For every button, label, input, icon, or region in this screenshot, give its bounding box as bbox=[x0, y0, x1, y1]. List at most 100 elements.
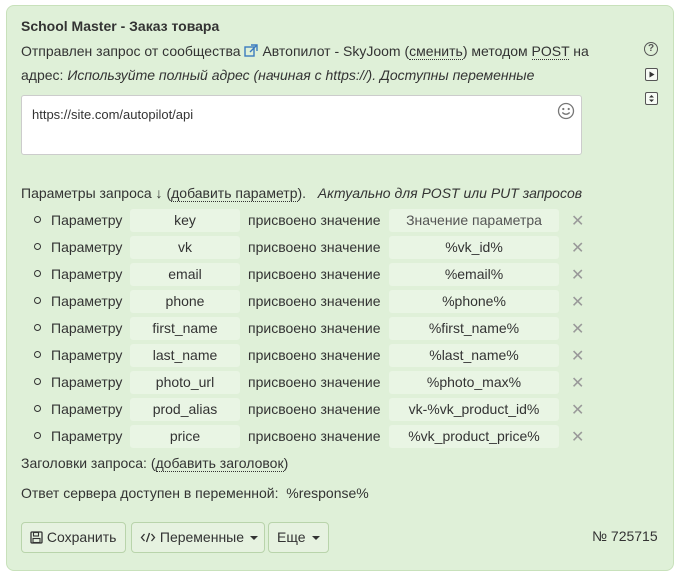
caret-down-icon bbox=[311, 536, 320, 540]
remove-icon[interactable]: ✕ bbox=[571, 292, 584, 312]
param-value-input[interactable]: %photo_max% bbox=[389, 371, 559, 394]
param-label: Параметру bbox=[51, 374, 123, 390]
param-row: Параметру price присвоено значение %vk_p… bbox=[21, 425, 621, 448]
bullet-icon bbox=[34, 378, 41, 385]
autopilot-panel: School Master - Заказ товара Отправлен з… bbox=[6, 5, 674, 571]
response-line: Ответ сервера доступен в переменной: %re… bbox=[21, 485, 369, 501]
save-button[interactable]: Сохранить bbox=[21, 522, 126, 553]
remove-icon[interactable]: ✕ bbox=[571, 400, 584, 420]
param-key-input[interactable]: key bbox=[130, 209, 240, 232]
param-label: Параметру bbox=[51, 347, 123, 363]
intro-prefix: Отправлен запрос от сообщества bbox=[21, 43, 241, 59]
param-label: Параметру bbox=[51, 212, 123, 228]
assign-label: присвоено значение bbox=[248, 320, 381, 336]
bullet-icon bbox=[34, 432, 41, 439]
save-label: Сохранить bbox=[46, 529, 117, 545]
assign-label: присвоено значение bbox=[248, 347, 381, 363]
address-line: адрес: Используйте полный адрес (начиная… bbox=[21, 66, 534, 84]
param-value-input[interactable]: %phone% bbox=[389, 290, 559, 313]
assign-label: присвоено значение bbox=[248, 212, 381, 228]
address-label: адрес: bbox=[21, 67, 64, 83]
param-value-input[interactable]: %email% bbox=[389, 263, 559, 286]
param-key-input[interactable]: prod_alias bbox=[130, 398, 240, 421]
method-select-link[interactable]: POST bbox=[531, 43, 570, 60]
assign-label: присвоено значение bbox=[248, 401, 381, 417]
response-variable: %response% bbox=[286, 485, 369, 501]
params-heading: Параметры запроса ↓ (добавить параметр).… bbox=[21, 185, 583, 202]
url-input[interactable]: https://site.com/autopilot/api bbox=[21, 95, 582, 155]
response-label: Ответ сервера доступен в переменной: bbox=[21, 485, 279, 501]
param-row: Параметру first_name присвоено значение … bbox=[21, 317, 621, 340]
param-value-input[interactable]: vk-%vk_product_id% bbox=[389, 398, 559, 421]
community-name: Автопилот - SkyJoom bbox=[262, 43, 401, 59]
param-key-input[interactable]: first_name bbox=[130, 317, 240, 340]
headers-end: ) bbox=[283, 455, 289, 471]
more-label: Еще bbox=[277, 529, 306, 545]
param-value-input[interactable]: %vk_id% bbox=[389, 236, 559, 259]
param-label: Параметру bbox=[51, 266, 123, 282]
play-icon[interactable] bbox=[645, 68, 658, 81]
param-key-input[interactable]: email bbox=[130, 263, 240, 286]
param-label: Параметру bbox=[51, 239, 123, 255]
add-header-link[interactable]: добавить заголовок bbox=[155, 455, 284, 472]
param-label: Параметру bbox=[51, 320, 123, 336]
param-row: Параметру prod_alias присвоено значение … bbox=[21, 398, 621, 421]
panel-title: School Master - Заказ товара bbox=[21, 18, 220, 34]
url-value: https://site.com/autopilot/api bbox=[32, 107, 194, 122]
emoji-icon[interactable] bbox=[557, 102, 575, 120]
param-label: Параметру bbox=[51, 401, 123, 417]
intro-suffix: на bbox=[569, 43, 589, 59]
add-param-link[interactable]: добавить параметр bbox=[171, 185, 298, 202]
bullet-icon bbox=[34, 324, 41, 331]
param-row: Параметру vk присвоено значение %vk_id% … bbox=[21, 236, 621, 259]
param-value-input[interactable]: Значение параметра bbox=[389, 209, 559, 232]
headers-line: Заголовки запроса: (добавить заголовок) bbox=[21, 455, 289, 472]
remove-icon[interactable]: ✕ bbox=[571, 211, 584, 231]
param-row: Параметру last_name присвоено значение %… bbox=[21, 344, 621, 367]
remove-icon[interactable]: ✕ bbox=[571, 319, 584, 339]
param-label: Параметру bbox=[51, 428, 123, 444]
param-key-input[interactable]: photo_url bbox=[130, 371, 240, 394]
params-heading-end: ). bbox=[297, 185, 307, 201]
param-row: Параметру phone присвоено значение %phon… bbox=[21, 290, 621, 313]
intro-line: Отправлен запрос от сообщества Автопилот… bbox=[21, 42, 589, 60]
remove-icon[interactable]: ✕ bbox=[571, 346, 584, 366]
remove-icon[interactable]: ✕ bbox=[571, 373, 584, 393]
caret-down-icon bbox=[250, 536, 259, 540]
assign-label: присвоено значение bbox=[248, 266, 381, 282]
change-community-link[interactable]: сменить bbox=[409, 43, 463, 60]
param-key-input[interactable]: price bbox=[130, 425, 240, 448]
code-icon bbox=[140, 532, 156, 543]
remove-icon[interactable]: ✕ bbox=[571, 238, 584, 258]
floppy-icon bbox=[30, 531, 43, 544]
assign-label: присвоено значение bbox=[248, 239, 381, 255]
variables-button[interactable]: Переменные bbox=[131, 522, 265, 553]
param-key-input[interactable]: last_name bbox=[130, 344, 240, 367]
bullet-icon bbox=[34, 216, 41, 223]
bullet-icon bbox=[34, 297, 41, 304]
params-note: Актуально для POST или PUT запросов bbox=[317, 185, 583, 201]
sort-icon[interactable] bbox=[645, 92, 658, 105]
params-heading-text: Параметры запроса ↓ ( bbox=[21, 185, 172, 201]
external-link-icon[interactable] bbox=[244, 44, 259, 58]
bullet-icon bbox=[34, 351, 41, 358]
more-button[interactable]: Еще bbox=[268, 522, 329, 553]
assign-label: присвоено значение bbox=[248, 293, 381, 309]
question-circle-icon[interactable]: ? bbox=[644, 42, 658, 56]
bullet-icon bbox=[34, 405, 41, 412]
param-value-input[interactable]: %first_name% bbox=[389, 317, 559, 340]
remove-icon[interactable]: ✕ bbox=[571, 427, 584, 447]
param-key-input[interactable]: phone bbox=[130, 290, 240, 313]
param-value-input[interactable]: %vk_product_price% bbox=[389, 425, 559, 448]
param-row: Параметру photo_url присвоено значение %… bbox=[21, 371, 621, 394]
param-row: Параметру key присвоено значение Значени… bbox=[21, 209, 621, 232]
variables-label: Переменные bbox=[159, 529, 245, 545]
headers-label: Заголовки запроса: ( bbox=[21, 455, 156, 471]
method-prefix: методом bbox=[467, 43, 532, 59]
param-value-input[interactable]: %last_name% bbox=[389, 344, 559, 367]
param-label: Параметру bbox=[51, 293, 123, 309]
order-number: № 725715 bbox=[592, 528, 658, 544]
remove-icon[interactable]: ✕ bbox=[571, 265, 584, 285]
param-key-input[interactable]: vk bbox=[130, 236, 240, 259]
bullet-icon bbox=[34, 270, 41, 277]
